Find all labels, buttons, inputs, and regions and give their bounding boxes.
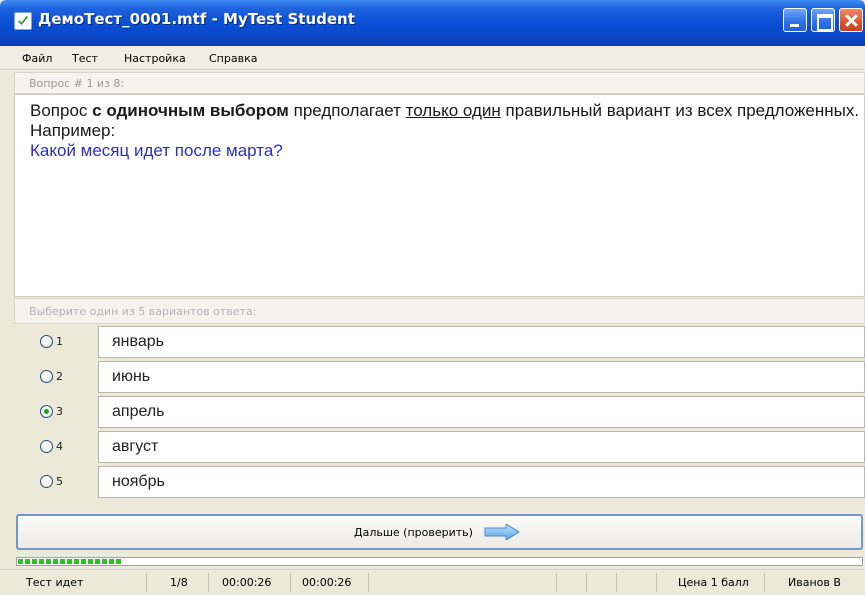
next-button-label: Дальше (проверить) (354, 526, 473, 539)
status-separator (290, 573, 291, 592)
option-number: 3 (56, 405, 63, 418)
status-counter: 1/8 (170, 576, 188, 589)
radio-button[interactable] (40, 370, 53, 383)
option-number: 4 (56, 440, 63, 453)
option-box[interactable]: ноябрь (98, 466, 865, 498)
status-bar: Тест идет 1/8 00:00:26 00:00:26 Цена 1 б… (0, 569, 865, 595)
option-label: август (112, 438, 159, 455)
radio-button-selected[interactable] (40, 405, 53, 418)
question-text-part1: Вопрос (30, 101, 93, 120)
window-title: ДемоТест_0001.mtf - MyTest Student (38, 10, 355, 28)
menu-file[interactable]: Файл (22, 52, 52, 65)
status-separator (556, 573, 557, 592)
title-bar[interactable]: ДемоТест_0001.mtf - MyTest Student (0, 0, 865, 46)
progress-fill (18, 559, 124, 564)
option-number: 1 (56, 335, 63, 348)
option-label: апрель (112, 403, 165, 420)
progress-bar (16, 557, 863, 566)
answer-option-2[interactable]: 2 июнь (14, 359, 865, 394)
answer-option-1[interactable]: 1 январь (14, 324, 865, 359)
option-number: 2 (56, 370, 63, 383)
status-time-2: 00:00:26 (302, 576, 352, 589)
status-separator (208, 573, 209, 592)
status-separator (368, 573, 369, 592)
app-check-icon (14, 12, 32, 30)
radio-button[interactable] (40, 475, 53, 488)
option-label: июнь (112, 368, 151, 385)
option-box[interactable]: август (98, 431, 865, 463)
radio-button[interactable] (40, 440, 53, 453)
status-separator (616, 573, 617, 592)
status-state: Тест идет (26, 576, 84, 589)
option-label: ноябрь (112, 473, 165, 490)
minimize-button[interactable] (783, 8, 807, 32)
menu-test[interactable]: Тест (72, 52, 98, 65)
next-check-button[interactable]: Дальше (проверить) (16, 514, 863, 550)
status-time-1: 00:00:26 (222, 576, 272, 589)
menu-bar: Файл Тест Настройка Справка (0, 46, 865, 70)
question-example: Какой месяц идет после марта? (30, 141, 283, 160)
app-window: ДемоТест_0001.mtf - MyTest Student Файл … (0, 0, 865, 595)
question-number: Вопрос # 1 из 8: (29, 77, 125, 90)
question-text: Вопрос с одиночным выбором предполагает … (30, 101, 860, 161)
option-number: 5 (56, 475, 63, 488)
arrow-right-icon (484, 524, 520, 540)
maximize-button[interactable] (811, 8, 835, 32)
answer-option-3[interactable]: 3 апрель (14, 394, 865, 429)
status-price: Цена 1 балл (678, 576, 749, 589)
option-label: январь (112, 333, 164, 350)
question-text-underline: только один (405, 101, 501, 120)
status-separator (764, 573, 765, 592)
close-button[interactable] (839, 8, 863, 32)
radio-button[interactable] (40, 335, 53, 348)
status-separator (146, 573, 147, 592)
menu-settings[interactable]: Настройка (124, 52, 186, 65)
status-user: Иванов В (788, 576, 841, 589)
question-text-part2: предполагает (288, 101, 406, 120)
answer-option-4[interactable]: 4 август (14, 429, 865, 464)
answers-list: 1 январь 2 июнь 3 апрель 4 август 5 нояб… (14, 324, 865, 504)
question-header: Вопрос # 1 из 8: (14, 72, 865, 94)
answer-option-5[interactable]: 5 ноябрь (14, 464, 865, 499)
menu-help[interactable]: Справка (209, 52, 257, 65)
status-separator (586, 573, 587, 592)
question-area: Вопрос с одиночным выбором предполагает … (14, 94, 865, 297)
answers-instruction: Выберите один из 5 вариантов ответа: (29, 305, 257, 318)
option-box[interactable]: январь (98, 326, 865, 358)
option-box[interactable]: июнь (98, 361, 865, 393)
question-text-bold: с одиночным выбором (92, 101, 289, 120)
option-box[interactable]: апрель (98, 396, 865, 428)
status-separator (656, 573, 657, 592)
answers-header: Выберите один из 5 вариантов ответа: (14, 298, 865, 324)
